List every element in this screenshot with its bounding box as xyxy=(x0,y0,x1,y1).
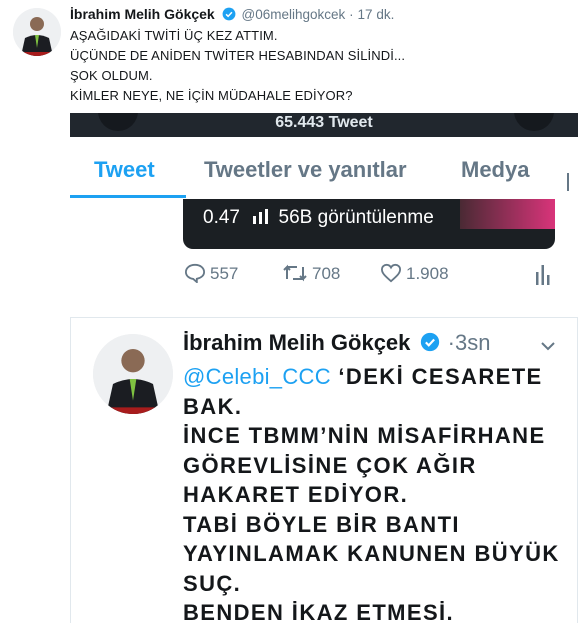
inner-tweet-text: @Celebi_CCC ‘DEKİ CESARETE BAK. İNCE TBM… xyxy=(183,362,560,623)
tweet-count: 65.443 Tweet xyxy=(275,114,373,131)
tweet-text-line: YAYINLAMAK KANUNEN BÜYÜK xyxy=(183,541,560,566)
separator-dot: · xyxy=(447,330,455,355)
tweet-text-fragment: ‘DEKİ CESARETE xyxy=(330,364,543,389)
tweet-text-line: ŞOK OLDUM. xyxy=(70,68,153,83)
video-frame xyxy=(460,199,555,229)
video-views: 56B görüntülenme xyxy=(278,207,434,228)
tweet-text-line: BAK. xyxy=(183,393,243,419)
inner-tweet-header: İbrahim Melih Gökçek ·3sn xyxy=(183,330,490,358)
tab-media: Medya xyxy=(461,157,530,182)
video-stats: 0.47 56B görüntülenme xyxy=(203,207,434,230)
video-thumbnail: 0.47 56B görüntülenme xyxy=(183,199,555,249)
video-duration: 0.47 xyxy=(203,207,240,228)
tweet-text-line: SUÇ. xyxy=(183,570,242,596)
retweet-icon xyxy=(283,264,307,282)
chevron-down-icon xyxy=(541,338,555,356)
tweet-text-line: @Celebi_CCC ‘DEKİ CESARETE xyxy=(183,362,560,392)
tweet-text-line: HAKARET EDİYOR. xyxy=(183,482,409,507)
reply-count: 557 xyxy=(210,264,239,283)
analytics-action xyxy=(535,263,555,286)
profile-photo xyxy=(13,8,61,56)
tweet-header: İbrahim Melih Gökçek @06melihgokcek · 17… xyxy=(70,6,394,24)
inner-tweet: İbrahim Melih Gökçek ·3sn @Celebi_CCC ‘D… xyxy=(70,317,578,623)
tab-tweet: Tweet xyxy=(94,157,155,182)
reply-action: 557 xyxy=(184,263,239,285)
tab-tweets-and-replies: Tweetler ve yanıtlar xyxy=(204,157,407,182)
heart-icon xyxy=(380,263,402,283)
reply-icon xyxy=(184,263,206,285)
profile-header-bar: 65.443 Tweet xyxy=(70,113,578,137)
author-name[interactable]: İbrahim Melih Gökçek xyxy=(70,6,215,22)
like-action: 1.908 xyxy=(380,263,449,284)
profile-photo xyxy=(93,334,173,414)
tweet-text-line: BENDEN İKAZ ETMESİ. xyxy=(183,600,455,623)
tweet-timestamp: 3sn xyxy=(454,330,491,355)
tweet-text-line: ÜÇÜNDE DE ANİDEN TWİTER HESABINDAN SİLİN… xyxy=(70,48,406,63)
tab-divider xyxy=(567,173,569,191)
active-tab-indicator xyxy=(70,195,186,198)
tweet-timestamp[interactable]: 17 dk. xyxy=(358,7,395,22)
tweet-text-line: AŞAĞIDAKİ TWİTİ ÜÇ KEZ ATTIM. xyxy=(70,28,278,43)
tweet-text-line: KİMLER NEYE, NE İÇİN MÜDAHALE EDİYOR? xyxy=(70,88,353,103)
author-handle[interactable]: @06melihgokcek xyxy=(242,7,346,22)
views-bar-icon xyxy=(253,208,269,230)
verified-badge-icon xyxy=(420,332,440,358)
retweet-count: 708 xyxy=(312,264,341,283)
tweet-text-line: GÖREVLİSİNE ÇOK AĞIR xyxy=(183,452,477,478)
avatar[interactable] xyxy=(13,8,61,56)
like-count: 1.908 xyxy=(406,264,449,283)
profile-tabs: Tweet Tweetler ve yanıtlar Medya xyxy=(70,137,578,200)
attached-screenshot[interactable]: 65.443 Tweet Tweet Tweetler ve yanıtlar … xyxy=(70,113,578,623)
mention-link: @Celebi_CCC xyxy=(183,364,331,389)
tweet-text-line: TABİ BÖYLE BİR BANTI xyxy=(183,511,460,537)
retweet-action: 708 xyxy=(282,263,340,284)
verified-badge-icon xyxy=(222,7,236,24)
tweet-text-line: İNCE TBMM’NİN MİSAFİRHANE xyxy=(183,423,546,448)
avatar xyxy=(93,334,173,414)
author-name: İbrahim Melih Gökçek xyxy=(183,330,411,355)
analytics-icon xyxy=(536,265,550,285)
tweet-text: AŞAĞIDAKİ TWİTİ ÜÇ KEZ ATTIM. ÜÇÜNDE DE … xyxy=(70,26,405,106)
separator-dot: · xyxy=(349,7,354,22)
tweet-actions: 557 708 1.908 xyxy=(70,263,578,293)
